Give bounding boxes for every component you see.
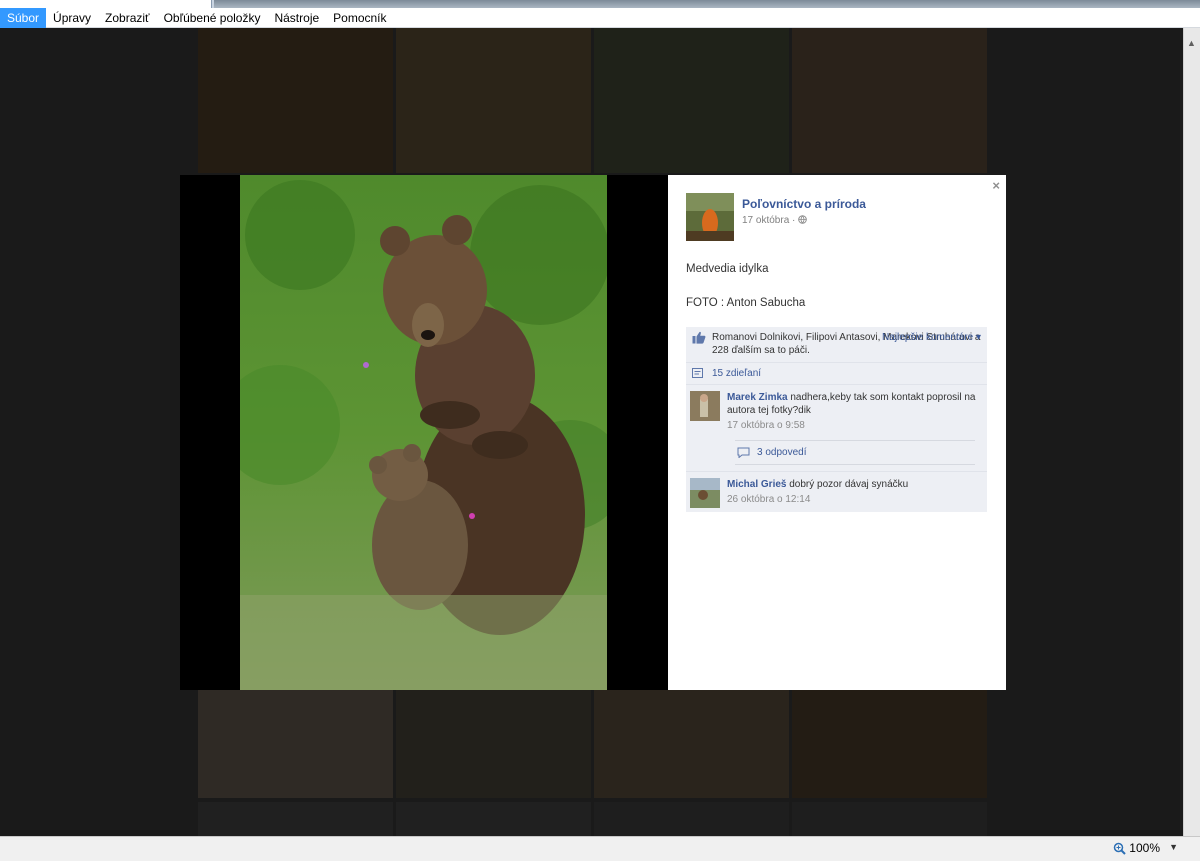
background-thumbnail <box>792 802 987 836</box>
comment-timestamp[interactable]: 17 októbra o 9:58 <box>727 419 981 432</box>
bear-photo-image <box>240 175 607 690</box>
shares-count-link[interactable]: 15 zdieľaní <box>712 368 761 379</box>
likes-row: Romanovi Dolnikovi, Filipovi Antasovi, M… <box>686 327 987 363</box>
background-thumbnail <box>396 690 591 798</box>
menu-file[interactable]: Súbor <box>0 7 47 28</box>
bear-photo[interactable] <box>240 175 607 690</box>
post-text-line: Medvedia idylka <box>686 263 769 275</box>
post-timestamp: 17 októbra · <box>742 215 866 226</box>
zoom-control[interactable]: 100% <box>1113 841 1160 855</box>
background-thumbnail <box>198 690 393 798</box>
menu-help[interactable]: Pomocník <box>326 8 393 28</box>
commenter-avatar[interactable] <box>690 478 720 508</box>
best-comments-dropdown[interactable]: Najlepšie komentáre ▾ <box>882 331 981 344</box>
author-meta: Poľovníctvo a príroda 17 októbra · <box>742 193 866 241</box>
menu-tools[interactable]: Nástroje <box>267 8 326 28</box>
vertical-scrollbar[interactable]: ▲ <box>1183 28 1200 836</box>
commenter-avatar-image <box>690 391 720 421</box>
close-icon[interactable]: × <box>992 178 1000 193</box>
post-text: Medvedia idylka FOTO : Anton Sabucha <box>686 261 805 312</box>
post-author: Poľovníctvo a príroda 17 októbra · <box>686 193 866 241</box>
share-icon <box>692 368 703 378</box>
replies-count: 3 odpovedí <box>757 447 807 458</box>
background-thumbnail <box>198 802 393 836</box>
page-name-link[interactable]: Poľovníctvo a príroda <box>742 197 866 211</box>
photo-info-panel: × Poľovníctvo a príroda 17 októbra · Med… <box>668 175 1006 690</box>
zoom-magnifier-icon <box>1114 842 1127 855</box>
comment-text: dobrý pozor dávaj synáčku <box>789 479 909 490</box>
background-thumbnail <box>396 28 591 173</box>
commenter-avatar-image <box>690 478 720 508</box>
menu-favorites[interactable]: Obľúbené položky <box>157 8 268 28</box>
comment-timestamp[interactable]: 26 októbra o 12:14 <box>727 493 981 506</box>
post-text-line: FOTO : Anton Sabucha <box>686 297 806 309</box>
menu-view[interactable]: Zobraziť <box>98 8 157 28</box>
background-thumbnail <box>792 690 987 798</box>
background-thumbnail <box>594 690 789 798</box>
commenter-name-link[interactable]: Michal Grieš <box>727 479 786 490</box>
zoom-level: 100% <box>1129 841 1160 855</box>
date-separator: · <box>792 215 796 226</box>
feedback-section: Romanovi Dolnikovi, Filipovi Antasovi, M… <box>686 327 987 512</box>
background-thumbnail <box>594 802 789 836</box>
comment-item: Michal Grieš dobrý pozor dávaj synáčku 2… <box>686 472 987 512</box>
reply-icon <box>737 447 750 458</box>
thumbs-up-icon <box>692 331 706 344</box>
shares-row[interactable]: 15 zdieľaní <box>686 363 987 385</box>
zoom-dropdown-icon[interactable]: ▼ <box>1169 842 1178 852</box>
background-thumbnail <box>594 28 789 173</box>
globe-icon <box>798 215 807 224</box>
status-bar: 100% ▼ <box>0 836 1200 861</box>
menu-bar: Súbor Úpravy Zobraziť Obľúbené položky N… <box>0 7 1200 28</box>
view-replies-link[interactable]: 3 odpovedí <box>735 440 975 465</box>
background-thumbnail <box>396 802 591 836</box>
commenter-avatar[interactable] <box>690 391 720 421</box>
menu-edit[interactable]: Úpravy <box>46 8 98 28</box>
photo-stage <box>180 175 668 690</box>
page-avatar-image <box>686 193 734 241</box>
background-thumbnail <box>792 28 987 173</box>
background-thumbnail <box>198 28 393 173</box>
comment-item: Marek Zimka nadhera,keby tak som kontakt… <box>686 385 987 472</box>
scroll-up-arrow-icon[interactable]: ▲ <box>1187 38 1196 48</box>
page-avatar[interactable] <box>686 193 734 241</box>
post-date-text[interactable]: 17 októbra <box>742 215 789 226</box>
commenter-name-link[interactable]: Marek Zimka <box>727 392 788 403</box>
